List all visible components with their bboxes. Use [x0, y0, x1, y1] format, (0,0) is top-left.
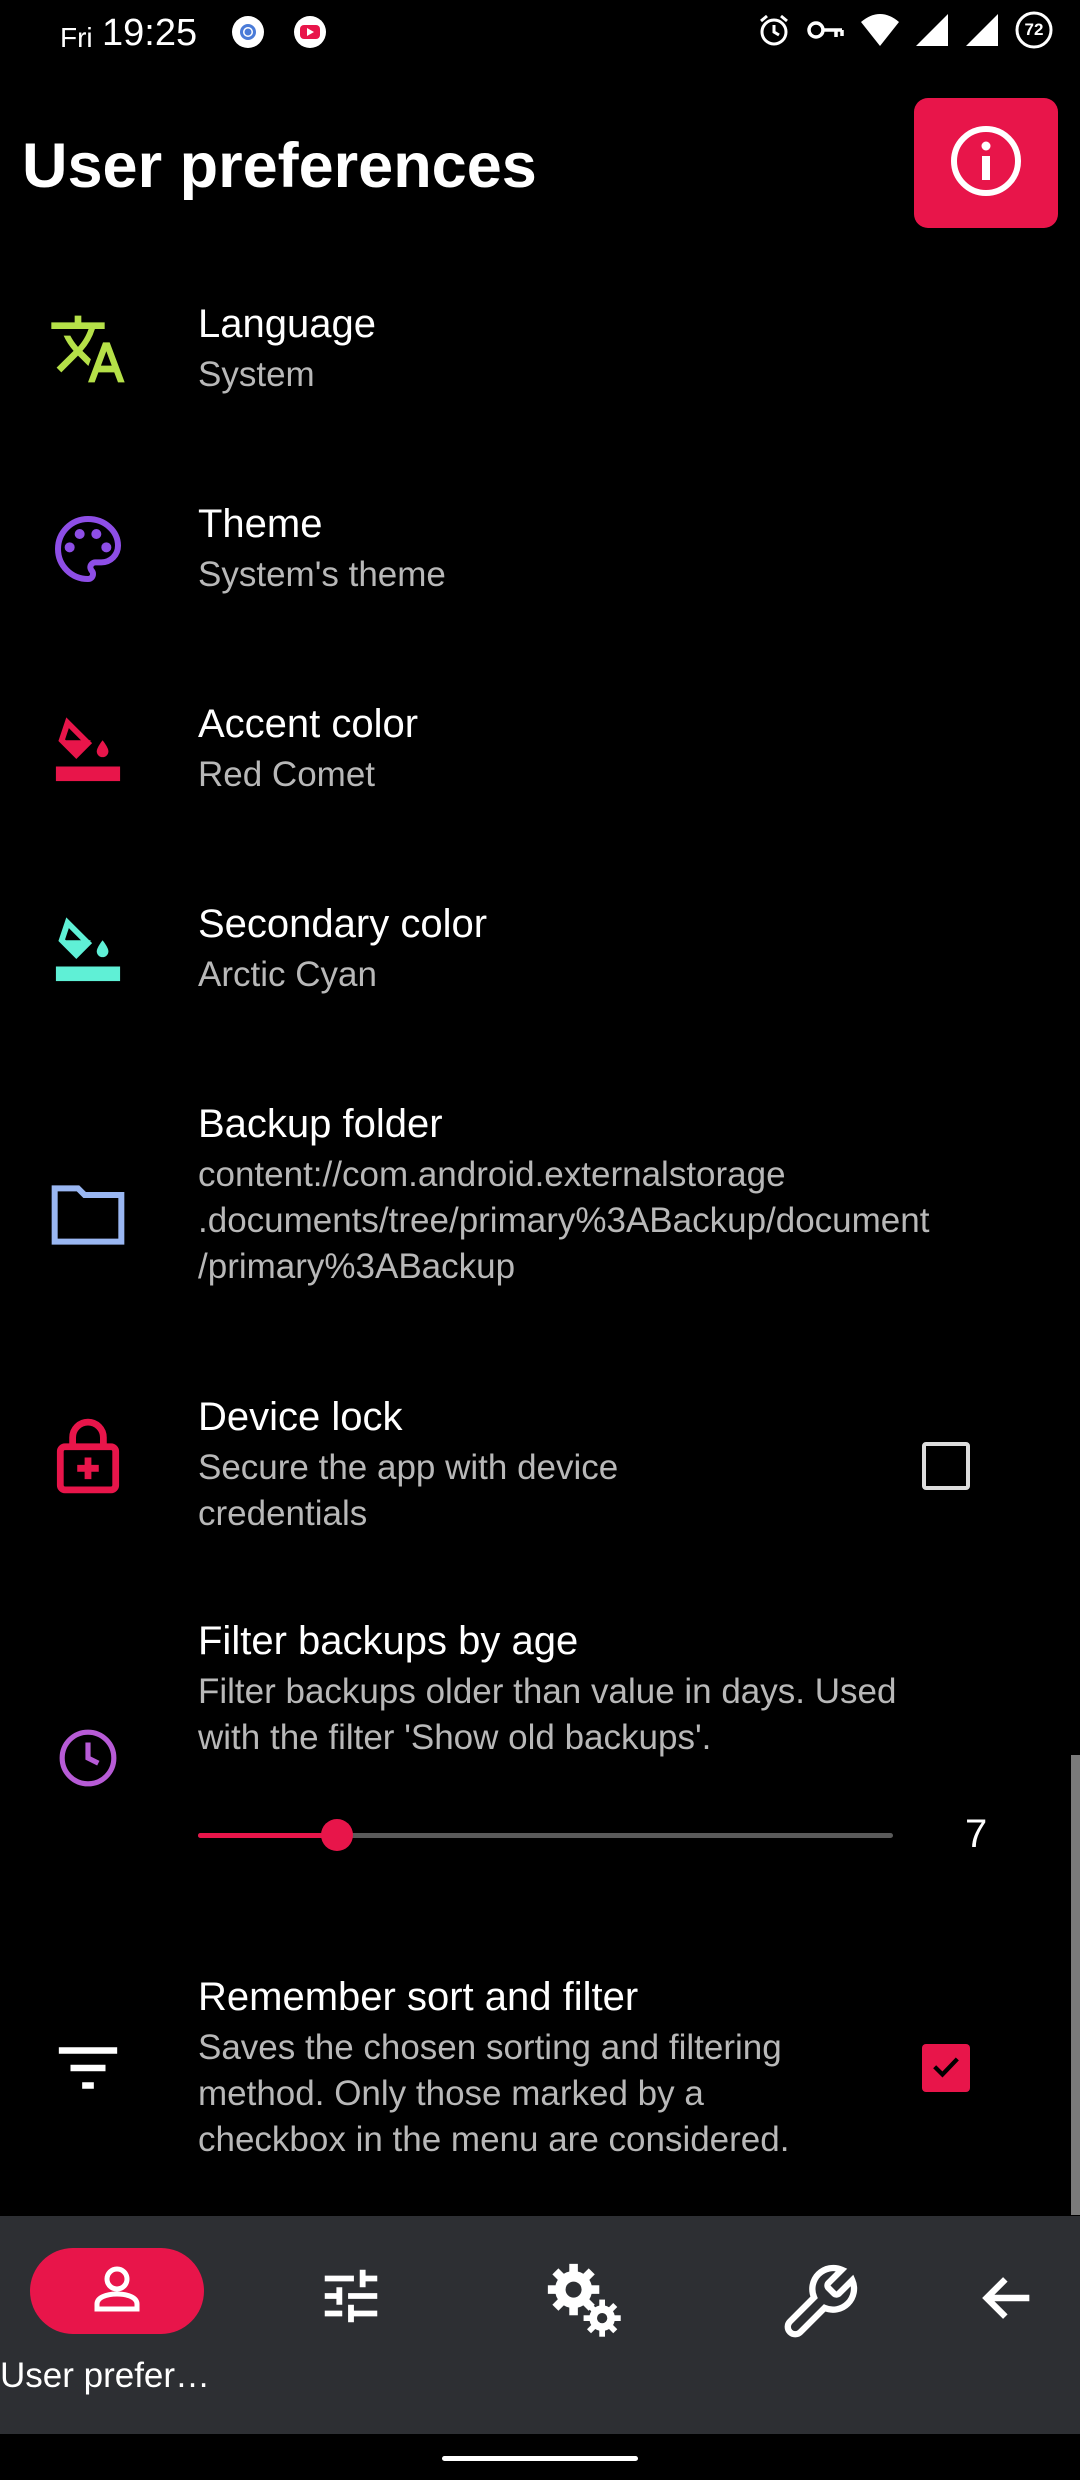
pref-summary-line: Saves the chosen sorting and filtering [198, 2028, 782, 2067]
signal-icon-2 [964, 12, 1000, 48]
pref-filter-backups-by-age[interactable]: Filter backups by age Filter backups old… [0, 1607, 1080, 1897]
info-icon [948, 123, 1024, 204]
nav-settings[interactable] [468, 2216, 702, 2434]
top-app-bar: User preferences [0, 86, 1080, 246]
wrench-icon [777, 2261, 861, 2350]
pref-summary-line: Filter backups older than value in days.… [198, 1672, 897, 1711]
folder-icon [45, 1172, 131, 1258]
status-icons: 72 [756, 10, 1054, 50]
page-title: User preferences [22, 131, 537, 201]
nav-label: User prefer… [0, 2356, 211, 2395]
status-time: 19:25 [102, 12, 198, 54]
remember-sort-filter-checkbox[interactable] [922, 2044, 970, 2092]
settings-icon [545, 2261, 625, 2346]
paint-bucket-icon [45, 706, 131, 792]
pref-title: Backup folder [198, 1102, 443, 1146]
nav-active-indicator [30, 2248, 204, 2334]
pref-remember-sort-filter[interactable]: Remember sort and filter Saves the chose… [0, 1963, 1080, 2183]
pref-title: Remember sort and filter [198, 1975, 639, 2019]
age-slider-value: 7 [965, 1812, 988, 1856]
pref-summary-line: .documents/tree/primary%3ABackup/documen… [198, 1201, 930, 1240]
status-day: Fri [60, 22, 93, 53]
pref-summary: Arctic Cyan [198, 955, 377, 994]
translate-icon [45, 306, 131, 392]
tune-icon [316, 2261, 386, 2336]
pref-summary-line: /primary%3ABackup [198, 1247, 516, 1286]
arrow-back-icon [976, 2266, 1040, 2335]
age-slider[interactable] [198, 1819, 893, 1851]
wifi-icon [860, 12, 900, 48]
pref-summary-line: Secure the app with device [198, 1448, 619, 1487]
alarm-icon [756, 12, 792, 48]
paint-bucket-icon [45, 906, 131, 992]
palette-icon [45, 506, 131, 592]
pref-title: Secondary color [198, 902, 488, 946]
pref-summary: System's theme [198, 555, 446, 594]
person-icon [87, 2259, 147, 2324]
signal-icon [914, 12, 950, 48]
pref-summary: Red Comet [198, 755, 376, 794]
pref-title: Theme [198, 502, 323, 546]
pref-theme[interactable]: Theme System's theme [0, 490, 1080, 670]
battery-level: 72 [1024, 20, 1044, 39]
pref-summary-line: content://com.android.externalstorage [198, 1155, 786, 1194]
bottom-navigation: User prefer… [0, 2216, 1080, 2434]
age-slider-fill [198, 1833, 337, 1838]
pref-summary-line: with the filter 'Show old backups'. [198, 1718, 712, 1757]
nav-tools[interactable] [702, 2216, 936, 2434]
pref-title: Language [198, 302, 376, 346]
pref-secondary-color[interactable]: Secondary color Arctic Cyan [0, 890, 1080, 1070]
pref-title: Accent color [198, 702, 419, 746]
clock-icon [45, 1715, 131, 1801]
scrollbar[interactable] [1071, 1755, 1080, 2215]
pref-device-lock[interactable]: Device lock Secure the app with device c… [0, 1383, 1080, 1553]
info-button[interactable] [914, 98, 1058, 228]
nav-user-preferences[interactable]: User prefer… [0, 2216, 234, 2434]
nav-back[interactable] [936, 2216, 1080, 2434]
filter-list-icon [45, 2025, 131, 2111]
pref-title: Filter backups by age [198, 1619, 579, 1663]
pref-language[interactable]: Language System [0, 290, 1080, 470]
device-lock-checkbox[interactable] [922, 1442, 970, 1490]
youtube-icon [292, 14, 328, 50]
vpn-key-icon [806, 12, 846, 48]
battery-icon: 72 [1014, 10, 1054, 50]
pref-accent-color[interactable]: Accent color Red Comet [0, 690, 1080, 870]
gesture-bar[interactable] [442, 2456, 638, 2461]
age-slider-thumb[interactable] [321, 1819, 353, 1851]
pref-backup-folder[interactable]: Backup folder content://com.android.exte… [0, 1090, 1080, 1340]
pref-title: Device lock [198, 1395, 403, 1439]
chrome-icon [230, 14, 266, 50]
status-bar: Fri 19:25 72 [0, 0, 1080, 66]
pref-summary-line: credentials [198, 1494, 368, 1533]
nav-tune[interactable] [234, 2216, 468, 2434]
lock-plus-icon [45, 1413, 131, 1499]
pref-summary-line: checkbox in the menu are considered. [198, 2120, 790, 2159]
check-icon [929, 2049, 963, 2088]
pref-summary: System [198, 355, 315, 394]
pref-summary-line: method. Only those marked by a [198, 2074, 704, 2113]
